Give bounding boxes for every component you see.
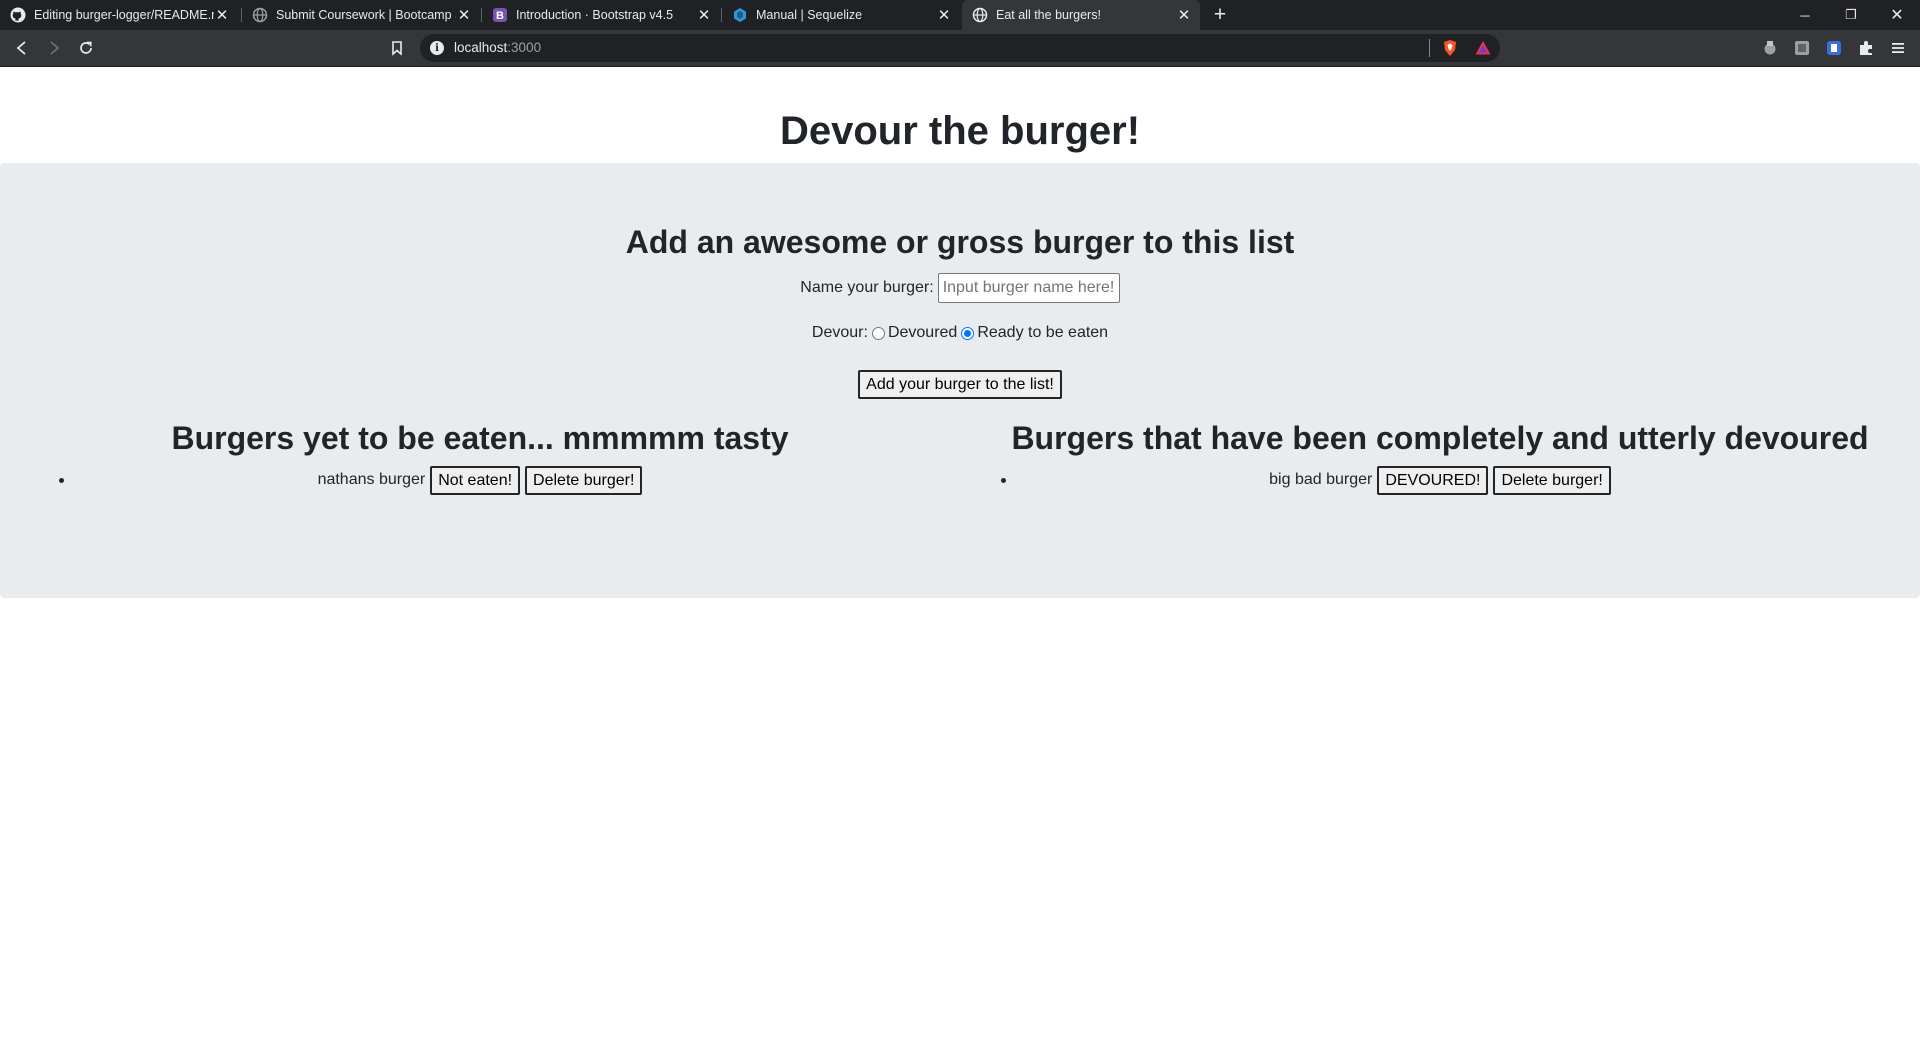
new-tab-button[interactable]: + (1208, 3, 1232, 27)
burger-name-label: Name your burger: (800, 279, 934, 296)
tab-title: Submit Coursework | Bootcamp Spot (276, 8, 456, 22)
address-bar-divider (1429, 39, 1430, 57)
browser-tab-burgers[interactable]: Eat all the burgers! ✕ (962, 0, 1200, 30)
close-tab-icon[interactable]: ✕ (1176, 7, 1192, 24)
browser-tab-sequelize[interactable]: Manual | Sequelize ✕ (722, 0, 960, 30)
ready-to-eat-radio[interactable] (961, 326, 975, 340)
forward-arrow-icon (50, 41, 60, 55)
close-tab-icon[interactable]: ✕ (456, 7, 472, 24)
close-window-button[interactable]: ✕ (1874, 0, 1920, 30)
extension-icon[interactable] (1761, 39, 1779, 57)
browser-tab-github[interactable]: Editing burger-logger/README.md ✕ (0, 0, 238, 30)
devoured-radio[interactable] (871, 326, 885, 340)
burger-name: nathans burger (317, 471, 426, 489)
close-tab-icon[interactable]: ✕ (696, 7, 712, 24)
extension-icon[interactable] (1825, 39, 1843, 57)
bookmark-icon[interactable] (388, 39, 406, 57)
browser-tab-bootstrap[interactable]: B Introduction · Bootstrap v4.5 ✕ (482, 0, 720, 30)
list-item: big bad burger DEVOURED! Delete burger! (960, 465, 1920, 495)
extension-icon[interactable] (1793, 39, 1811, 57)
form-heading: Add an awesome or gross burger to this l… (625, 224, 1295, 260)
github-icon (10, 7, 26, 23)
reload-button[interactable] (74, 36, 98, 60)
burger-name-input[interactable] (937, 273, 1120, 303)
tab-title: Introduction · Bootstrap v4.5 (516, 8, 674, 22)
forward-button[interactable] (42, 36, 66, 60)
devour-label: Devour: (811, 324, 868, 341)
globe-icon (972, 7, 988, 23)
devoured-button[interactable]: DEVOURED! (1377, 465, 1489, 495)
delete-burger-button[interactable]: Delete burger! (525, 465, 643, 495)
not-eaten-heading: Burgers yet to be eaten... mmmmm tasty (171, 420, 789, 456)
menu-icon[interactable] (1889, 39, 1907, 57)
svg-text:B: B (496, 10, 504, 22)
brave-shields-icon[interactable] (1441, 39, 1459, 57)
back-button[interactable] (10, 36, 34, 60)
restore-window-button[interactable]: ❐ (1828, 0, 1874, 30)
browser-toolbar: i localhost:3000 (0, 30, 1920, 67)
burger-name: big bad burger (1269, 471, 1373, 489)
browser-tab-strip: Editing burger-logger/README.md ✕ Submit… (0, 0, 1920, 30)
globe-icon (252, 7, 268, 23)
bootstrap-icon: B (492, 7, 508, 23)
close-tab-icon[interactable]: ✕ (214, 7, 230, 24)
submit-row: Add your burger to the list! (0, 370, 1920, 399)
list-item: nathans burger Not eaten! Delete burger! (0, 465, 960, 495)
web-page: Devour the burger! Add an awesome or gro… (0, 67, 1920, 1040)
delete-burger-button[interactable]: Delete burger! (1493, 465, 1611, 495)
list-bullet (1001, 478, 1006, 484)
url-text: localhost:3000 (454, 40, 542, 55)
reload-icon (80, 41, 92, 54)
puzzle-extensions-icon[interactable] (1857, 39, 1875, 57)
jumbotron: Add an awesome or gross burger to this l… (0, 163, 1920, 598)
not-eaten-column: Burgers yet to be eaten... mmmmm tasty n… (0, 419, 960, 495)
minimize-window-button[interactable]: ─ (1782, 0, 1828, 30)
devoured-option-label[interactable]: Devoured (888, 324, 957, 342)
back-arrow-icon (16, 41, 26, 55)
page-title: Devour the burger! (779, 109, 1141, 153)
ready-option-label[interactable]: Ready to be eaten (977, 324, 1108, 342)
site-info-icon[interactable]: i (430, 41, 444, 55)
tab-title: Manual | Sequelize (756, 8, 863, 22)
browser-tab-bootcamp[interactable]: Submit Coursework | Bootcamp Spot ✕ (242, 0, 480, 30)
devoured-column: Burgers that have been completely and ut… (960, 419, 1920, 495)
address-bar[interactable]: i localhost:3000 (420, 34, 1500, 62)
devoured-heading: Burgers that have been completely and ut… (1011, 420, 1869, 456)
sequelize-icon (732, 7, 748, 23)
tab-title: Editing burger-logger/README.md (34, 8, 214, 22)
list-bullet (59, 478, 64, 484)
close-tab-icon[interactable]: ✕ (936, 7, 952, 24)
burger-name-row: Name your burger: (0, 273, 1920, 303)
devour-row: Devour: Devoured Ready to be eaten (0, 324, 1920, 342)
brave-rewards-icon[interactable] (1474, 39, 1492, 57)
tab-title: Eat all the burgers! (996, 8, 1101, 22)
not-eaten-button[interactable]: Not eaten! (430, 465, 521, 495)
add-burger-button[interactable]: Add your burger to the list! (858, 370, 1062, 399)
